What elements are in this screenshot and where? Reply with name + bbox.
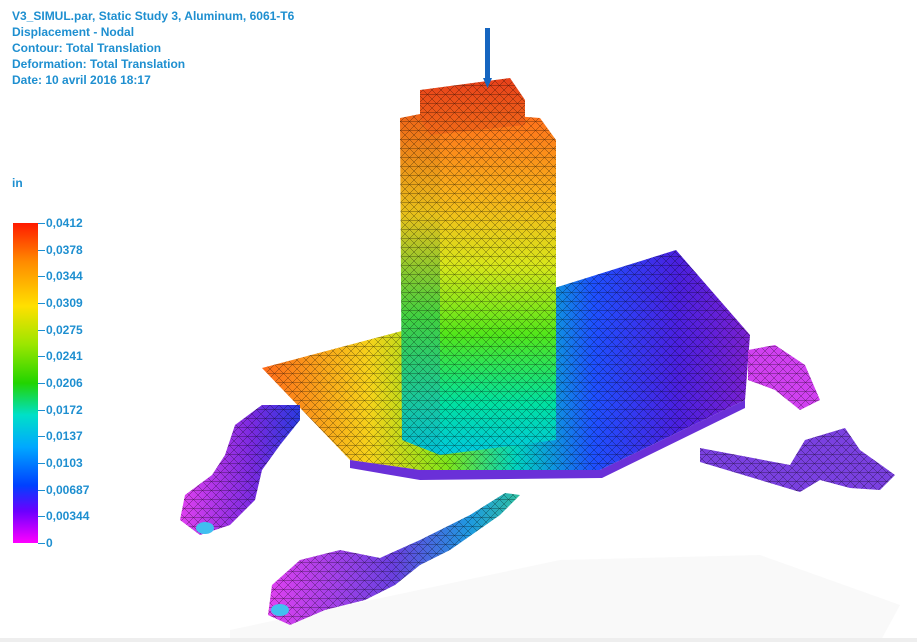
legend-tick-label: 0,00344 (46, 509, 90, 524)
fea-viewport[interactable] (0, 0, 917, 642)
legend-tick-label: 0,0137 (46, 429, 83, 444)
legend-tick-label: 0,0378 (46, 242, 83, 257)
legend-tick (38, 543, 45, 544)
study-title: V3_SIMUL.par, Static Study 3, Aluminum, … (12, 9, 295, 23)
legend-tick (38, 409, 45, 411)
legend-tick (38, 383, 45, 384)
color-legend-bar (13, 223, 38, 543)
legend-tick-label: 0,0309 (46, 296, 83, 310)
legend-tick (38, 329, 45, 331)
legend-tick-label: 0,0344 (46, 269, 83, 284)
mesh-tower (400, 78, 556, 455)
legend-tick (38, 436, 45, 438)
legend-unit: in (12, 176, 23, 190)
legend-tick (38, 516, 45, 518)
legend-tick-label: 0,0275 (46, 322, 83, 337)
contour-label: Contour: Total Translation (12, 41, 162, 55)
date-label: Date: 10 avril 2016 18:17 (12, 73, 151, 87)
legend-tick-label: 0,0412 (46, 216, 83, 230)
mesh-leg-left (180, 405, 300, 535)
legend-tick-label: 0,00687 (46, 482, 90, 497)
status-strip (0, 638, 917, 642)
legend-tick-label: 0,0103 (46, 456, 83, 470)
legend-tick-label: 0,0206 (46, 376, 83, 390)
result-type: Displacement - Nodal (12, 25, 135, 39)
legend-tick (38, 276, 45, 278)
legend-tick (38, 303, 45, 304)
legend-tick (38, 463, 45, 464)
legend-tick-label: 0,0241 (46, 349, 83, 364)
legend-tick-label: 0 (46, 536, 53, 550)
load-arrow-icon (483, 28, 492, 88)
legend-tick (38, 356, 45, 358)
study-header: V3_SIMUL.par, Static Study 3, Aluminum, … (12, 8, 294, 88)
deformation-label: Deformation: Total Translation (12, 57, 186, 71)
legend-tick (38, 489, 45, 491)
legend-tick (38, 223, 45, 224)
legend-tick-label: 0,0172 (46, 402, 83, 417)
legend-tick (38, 249, 45, 251)
